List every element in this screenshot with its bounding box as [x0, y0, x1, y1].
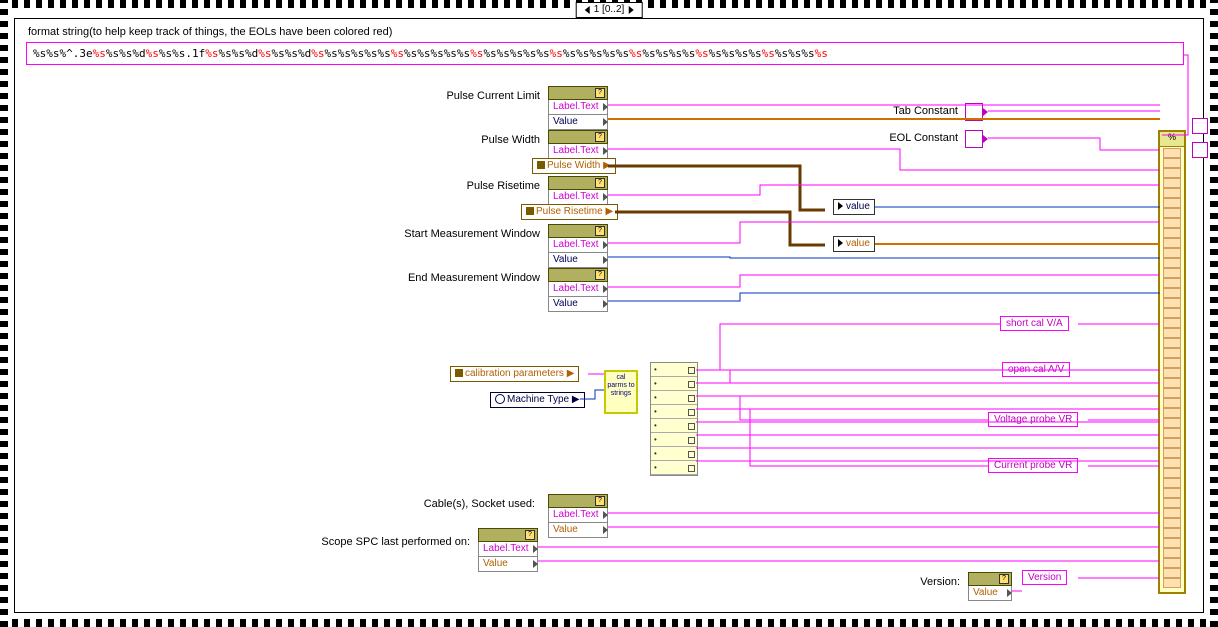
format-string-constant[interactable]: %s%s%^.3e%s%s%s%d%s%s%s.1f%s%s%s%d%s%s%s…	[26, 42, 1184, 65]
tab-constant[interactable]	[965, 103, 983, 121]
prop-labeltext: Label.Text	[548, 100, 608, 115]
prop-value: Value	[548, 253, 608, 268]
prop-labeltext: Label.Text	[548, 282, 608, 297]
version-box[interactable]: Version	[1022, 570, 1067, 585]
value-node-orange[interactable]: value	[833, 236, 875, 252]
pulse-risetime-local[interactable]: Pulse Risetime ▶	[521, 204, 618, 220]
value-node-blue[interactable]: value	[833, 199, 875, 215]
format-node-header: %	[1160, 132, 1184, 147]
triangle-icon	[838, 202, 843, 210]
case-selector-label: 1 [0..2]	[594, 3, 625, 17]
globe-icon	[495, 394, 505, 404]
link-icon: ?	[595, 88, 605, 98]
pulse-risetime-node[interactable]: ? Label.Text	[548, 176, 608, 205]
case-prev-icon[interactable]	[585, 6, 590, 14]
pulse-width-local[interactable]: Pulse Width ▶	[532, 158, 616, 174]
prop-labeltext: Label.Text	[548, 238, 608, 253]
start-meas-node[interactable]: ? Label.Text Value	[548, 224, 608, 268]
prop-labeltext: Label.Text	[548, 508, 608, 523]
version-node[interactable]: ? Value	[968, 572, 1012, 601]
case-next-icon[interactable]	[628, 6, 633, 14]
scope-spc-caption: Scope SPC last performed on:	[260, 536, 470, 548]
pulse-current-limit-node[interactable]: ? Label.Text Value	[548, 86, 608, 130]
cables-node[interactable]: ? Label.Text Value	[548, 494, 608, 538]
house-icon	[526, 207, 534, 215]
case-selector[interactable]: 1 [0..2]	[576, 2, 643, 18]
cables-caption: Cable(s), Socket used:	[330, 498, 535, 510]
prop-value: Value	[548, 297, 608, 312]
scope-spc-node[interactable]: ? Label.Text Value	[478, 528, 538, 572]
cal-parms-subvi[interactable]: cal parms to strings	[604, 370, 638, 414]
pulse-width-caption: Pulse Width	[350, 134, 540, 146]
pulse-current-limit-caption: Pulse Current Limit	[350, 90, 540, 102]
voltage-vr-box[interactable]: Voltage probe VR	[988, 412, 1078, 427]
short-cal-box[interactable]: short cal V/A	[1000, 316, 1069, 331]
link-icon: ?	[595, 132, 605, 142]
film-border-bottom	[0, 619, 1218, 627]
machine-type-local[interactable]: Machine Type ▶	[490, 392, 585, 408]
unbundle-node[interactable]: ••••••••	[650, 362, 698, 476]
triangle-icon	[838, 239, 843, 247]
prop-value: Value	[548, 115, 608, 130]
output-tunnel-icon	[1192, 142, 1208, 158]
prop-labeltext: Label.Text	[478, 542, 538, 557]
prop-value: Value	[548, 523, 608, 538]
pulse-width-node[interactable]: ? Label.Text	[548, 130, 608, 159]
link-icon: ?	[595, 496, 605, 506]
pulse-risetime-caption: Pulse Risetime	[350, 180, 540, 192]
link-icon: ?	[595, 226, 605, 236]
link-icon: ?	[595, 178, 605, 188]
open-cal-box[interactable]: open cal A/V	[1002, 362, 1070, 377]
output-tunnel-icon	[1192, 118, 1208, 134]
format-into-string-node[interactable]: %	[1158, 130, 1186, 594]
link-icon: ?	[525, 530, 535, 540]
eol-constant[interactable]	[965, 130, 983, 148]
current-vr-box[interactable]: Current probe VR	[988, 458, 1078, 473]
prop-labeltext: Label.Text	[548, 190, 608, 205]
end-meas-caption: End Measurement Window	[300, 272, 540, 284]
format-string-caption: format string(to help keep track of thin…	[28, 26, 392, 38]
house-icon	[455, 369, 463, 377]
house-icon	[537, 161, 545, 169]
film-border-left	[0, 0, 8, 627]
prop-value: Value	[968, 586, 1012, 601]
end-meas-node[interactable]: ? Label.Text Value	[548, 268, 608, 312]
tab-constant-label: Tab Constant	[830, 105, 958, 117]
prop-labeltext: Label.Text	[548, 144, 608, 159]
link-icon: ?	[595, 270, 605, 280]
prop-value: Value	[478, 557, 538, 572]
eol-constant-label: EOL Constant	[830, 132, 958, 144]
film-border-right	[1210, 0, 1218, 627]
link-icon: ?	[999, 574, 1009, 584]
version-caption: Version:	[880, 576, 960, 588]
calibration-parameters-local[interactable]: calibration parameters ▶	[450, 366, 579, 382]
start-meas-caption: Start Measurement Window	[300, 228, 540, 240]
